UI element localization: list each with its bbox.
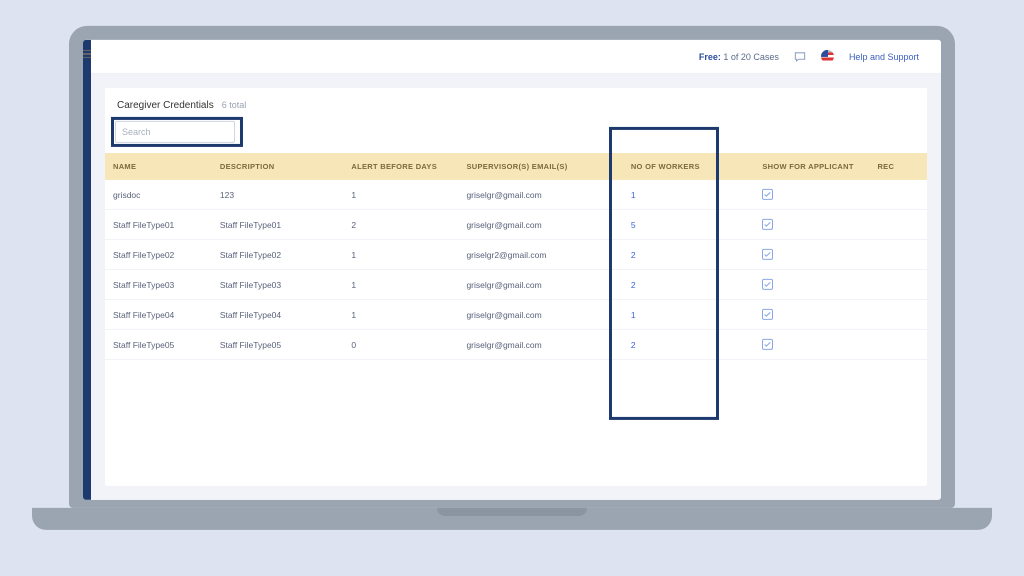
cell-rec	[869, 269, 927, 299]
workers-link[interactable]: 5	[631, 219, 636, 229]
cell-rec	[869, 299, 927, 329]
cell-description: Staff FileType01	[212, 209, 344, 239]
search-input[interactable]	[115, 121, 235, 143]
cell-name: Staff FileType05	[105, 329, 212, 359]
panel-header: Caregiver Credentials 6 total	[105, 88, 927, 117]
cell-workers: 2	[623, 269, 755, 299]
workers-link[interactable]: 2	[631, 279, 636, 289]
cell-rec	[869, 180, 927, 210]
cell-show	[754, 269, 869, 299]
workers-link[interactable]: 1	[631, 309, 636, 319]
menu-icon[interactable]	[83, 48, 93, 60]
applicant-checkbox[interactable]	[762, 279, 773, 290]
table-header-row: NAME DESCRIPTION ALERT BEFORE DAYS SUPER…	[105, 153, 927, 180]
topbar: Free: 1 of 20 Cases Help and Support	[91, 40, 941, 74]
applicant-checkbox[interactable]	[762, 189, 773, 200]
cell-alert: 1	[343, 180, 458, 210]
page-title: Caregiver Credentials	[117, 100, 214, 111]
applicant-checkbox[interactable]	[762, 309, 773, 320]
table-row[interactable]: Staff FileType05Staff FileType050griselg…	[105, 329, 927, 359]
record-count: 6 total	[222, 100, 247, 110]
cell-show	[754, 239, 869, 269]
cell-name: Staff FileType02	[105, 239, 212, 269]
cell-description: 123	[212, 180, 344, 210]
table-row[interactable]: Staff FileType03Staff FileType031griselg…	[105, 269, 927, 299]
col-supervisor-emails[interactable]: SUPERVISOR(S) EMAIL(S)	[458, 153, 622, 180]
cell-show	[754, 180, 869, 210]
free-label: Free:	[699, 51, 721, 61]
cell-rec	[869, 209, 927, 239]
table-row[interactable]: Staff FileType02Staff FileType021griselg…	[105, 239, 927, 269]
cell-description: Staff FileType05	[212, 329, 344, 359]
chat-icon[interactable]	[793, 49, 807, 63]
cell-alert: 1	[343, 269, 458, 299]
applicant-checkbox[interactable]	[762, 339, 773, 350]
col-name[interactable]: NAME	[105, 153, 212, 180]
cell-alert: 1	[343, 299, 458, 329]
cell-workers: 2	[623, 329, 755, 359]
cell-show	[754, 209, 869, 239]
applicant-checkbox[interactable]	[762, 249, 773, 260]
cell-workers: 5	[623, 209, 755, 239]
cell-email: griselgr@gmail.com	[458, 269, 622, 299]
credentials-panel: Caregiver Credentials 6 total	[105, 88, 927, 486]
search-container	[105, 117, 245, 153]
laptop-base	[32, 508, 992, 530]
cell-name: Staff FileType04	[105, 299, 212, 329]
screen: Free: 1 of 20 Cases Help and Support Car…	[83, 40, 941, 500]
workers-link[interactable]: 2	[631, 249, 636, 259]
flag-icon[interactable]	[821, 49, 835, 63]
cell-description: Staff FileType02	[212, 239, 344, 269]
cell-show	[754, 299, 869, 329]
sidebar[interactable]	[83, 40, 91, 500]
laptop-frame: Free: 1 of 20 Cases Help and Support Car…	[69, 26, 955, 530]
cell-name: Staff FileType01	[105, 209, 212, 239]
table-container: NAME DESCRIPTION ALERT BEFORE DAYS SUPER…	[105, 153, 927, 486]
cell-email: griselgr@gmail.com	[458, 209, 622, 239]
applicant-checkbox[interactable]	[762, 219, 773, 230]
col-no-of-workers[interactable]: NO OF WORKERS	[623, 153, 755, 180]
col-show-for-applicant[interactable]: SHOW FOR APPLICANT	[754, 153, 869, 180]
col-rec[interactable]: REC	[869, 153, 927, 180]
table-row[interactable]: Staff FileType04Staff FileType041griselg…	[105, 299, 927, 329]
col-alert-before[interactable]: ALERT BEFORE DAYS	[343, 153, 458, 180]
cell-workers: 2	[623, 239, 755, 269]
laptop-bezel: Free: 1 of 20 Cases Help and Support Car…	[69, 26, 955, 508]
cell-email: griselgr@gmail.com	[458, 180, 622, 210]
cell-rec	[869, 329, 927, 359]
col-description[interactable]: DESCRIPTION	[212, 153, 344, 180]
cell-email: griselgr@gmail.com	[458, 299, 622, 329]
cell-email: griselgr@gmail.com	[458, 329, 622, 359]
cell-show	[754, 329, 869, 359]
table-row[interactable]: grisdoc1231griselgr@gmail.com1	[105, 180, 927, 210]
cell-workers: 1	[623, 299, 755, 329]
cell-description: Staff FileType03	[212, 269, 344, 299]
workers-link[interactable]: 1	[631, 189, 636, 199]
workers-link[interactable]: 2	[631, 339, 636, 349]
cell-name: Staff FileType03	[105, 269, 212, 299]
main-content: Free: 1 of 20 Cases Help and Support Car…	[91, 40, 941, 500]
cell-alert: 0	[343, 329, 458, 359]
credentials-table: NAME DESCRIPTION ALERT BEFORE DAYS SUPER…	[105, 153, 927, 360]
table-row[interactable]: Staff FileType01Staff FileType012griselg…	[105, 209, 927, 239]
cell-alert: 2	[343, 209, 458, 239]
cell-workers: 1	[623, 180, 755, 210]
cases-count: 1 of 20 Cases	[723, 51, 779, 61]
cell-email: griselgr2@gmail.com	[458, 239, 622, 269]
cell-rec	[869, 239, 927, 269]
free-cases-text: Free: 1 of 20 Cases	[699, 51, 779, 61]
cell-alert: 1	[343, 239, 458, 269]
help-support-link[interactable]: Help and Support	[849, 51, 919, 61]
cell-description: Staff FileType04	[212, 299, 344, 329]
cell-name: grisdoc	[105, 180, 212, 210]
